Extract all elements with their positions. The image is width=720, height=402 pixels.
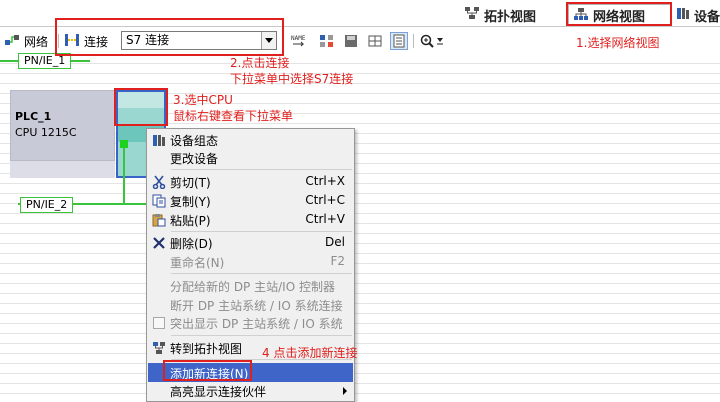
port-drop-line <box>123 148 125 204</box>
annotation-box-connection <box>55 18 284 56</box>
annotation-step-2-line-1: 2.点击连接 <box>230 56 290 70</box>
menu-item-paste[interactable]: 粘贴(P) Ctrl+V <box>148 210 353 229</box>
tab-device-label: 设备 <box>694 9 720 25</box>
scissors-icon <box>151 174 166 189</box>
menu-separator <box>171 273 352 274</box>
submenu-arrow-icon <box>343 387 347 395</box>
save-layout-icon[interactable] <box>342 32 360 50</box>
highlight-connections-icon[interactable]: NAME <box>290 32 308 50</box>
tab-topology-view[interactable]: 拓扑视图 <box>464 4 536 26</box>
menu-separator <box>171 335 352 336</box>
menu-item-cut[interactable]: 剪切(T) Ctrl+X <box>148 172 353 191</box>
topology-icon <box>151 340 166 355</box>
annotation-step-4: 4 点击添加新连接 <box>262 346 358 360</box>
annotation-box-add-connection <box>163 360 252 381</box>
menu-item-label: 更改设备 <box>170 152 219 166</box>
menu-item-label: 断开 DP 主站系统 / IO 系统连接 <box>170 299 343 313</box>
annotation-box-cpu <box>114 88 168 126</box>
menu-item-change-device[interactable]: 更改设备 <box>148 148 353 167</box>
menu-item-label: 突出显示 DP 主站系统 / IO 系统 <box>170 317 343 331</box>
menu-item-delete[interactable]: 删除(D) Del <box>148 233 353 252</box>
menu-item-label: 高亮显示连接伙伴 <box>170 385 267 399</box>
menu-item-highlight-master[interactable]: 突出显示 DP 主站系统 / IO 系统 <box>148 313 353 332</box>
network-mode-button[interactable]: 网络 <box>4 32 48 50</box>
menu-item-label: 转到拓扑视图 <box>170 342 243 356</box>
menu-item-shortcut: Ctrl+V <box>305 212 345 226</box>
menu-item-label: 分配给新的 DP 主站/IO 控制器 <box>170 280 335 294</box>
zoom-menu-icon[interactable] <box>434 32 446 50</box>
menu-item-highlight-partner[interactable]: 高亮显示连接伙伴 <box>148 381 353 400</box>
delete-icon <box>151 235 166 250</box>
annotation-step-3-line-2: 鼠标右键查看下拉菜单 <box>173 109 294 123</box>
subnet-tag-pn-ie-2[interactable]: PN/IE_2 <box>20 197 74 213</box>
network-mode-label: 网络 <box>24 34 49 49</box>
network-mode-icon <box>4 33 20 50</box>
tab-device-view[interactable]: 设备 <box>676 4 720 26</box>
network-overview-icon[interactable] <box>318 32 336 50</box>
menu-item-copy[interactable]: 复制(Y) Ctrl+C <box>148 191 353 210</box>
device-config-icon <box>151 132 166 147</box>
profinet-port[interactable] <box>120 140 128 148</box>
toolbar-separator <box>413 34 414 48</box>
grid-icon[interactable] <box>366 32 384 50</box>
plc-name: PLC_1 <box>15 110 52 123</box>
paste-icon <box>151 212 166 227</box>
menu-item-label: 粘贴(P) <box>170 214 211 228</box>
menu-item-rename[interactable]: 重命名(N) F2 <box>148 252 353 271</box>
menu-separator <box>171 169 352 170</box>
svg-text:NAME: NAME <box>291 35 306 42</box>
menu-item-shortcut: F2 <box>330 254 345 268</box>
menu-item-label: 重命名(N) <box>170 256 225 270</box>
topology-view-icon <box>464 6 480 24</box>
device-view-icon <box>676 6 690 24</box>
annotation-box-network-tab <box>566 2 672 26</box>
plc-type: CPU 1215C <box>15 126 77 139</box>
plc-station-footer <box>10 160 115 178</box>
annotation-step-2-line-2: 下拉菜单中选择S7连接 <box>230 72 354 86</box>
menu-item-shortcut: Ctrl+X <box>305 174 345 188</box>
menu-item-assign-master[interactable]: 分配给新的 DP 主站/IO 控制器 <box>148 276 353 295</box>
menu-item-disconnect-master[interactable]: 断开 DP 主站系统 / IO 系统连接 <box>148 295 353 314</box>
tab-topology-label: 拓扑视图 <box>484 9 537 25</box>
menu-item-device-config[interactable]: 设备组态 <box>148 130 353 149</box>
page-break-icon[interactable] <box>390 32 408 50</box>
copy-icon <box>151 193 166 208</box>
checkbox[interactable] <box>151 315 166 330</box>
menu-item-shortcut: Ctrl+C <box>305 193 345 207</box>
annotation-step-1: 1.选择网络视图 <box>576 36 660 50</box>
menu-item-label: 剪切(T) <box>170 176 211 190</box>
menu-item-label: 设备组态 <box>170 134 219 148</box>
menu-separator <box>171 231 352 232</box>
menu-item-label: 复制(Y) <box>170 195 211 209</box>
annotation-step-3-line-1: 3.选中CPU <box>173 93 233 107</box>
menu-item-label: 删除(D) <box>170 237 213 251</box>
menu-item-shortcut: Del <box>325 235 345 249</box>
